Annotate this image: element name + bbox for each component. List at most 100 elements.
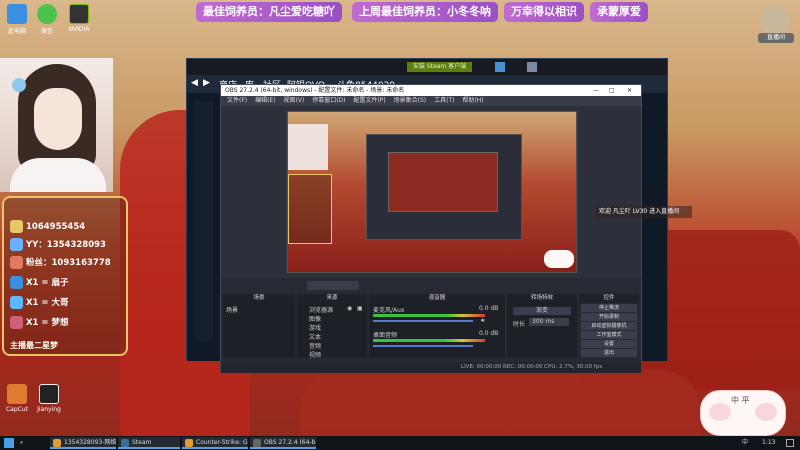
pig-sticker: 中 平 (700, 390, 786, 436)
source-item[interactable]: 游戏 (309, 323, 321, 332)
speaker-icon[interactable]: 🔊︎ (481, 317, 485, 325)
taskbar-item-steam[interactable]: Steam (118, 437, 180, 449)
menu-help[interactable]: 帮助(H) (462, 97, 483, 104)
menu-file[interactable]: 文件(F) (227, 97, 247, 104)
search-icon[interactable]: ⌕ (20, 436, 23, 450)
dock-controls-header: 控件 (579, 294, 639, 303)
back-icon[interactable]: ◀ (191, 78, 198, 88)
obs-dock: 场景 来源 混音器 转场特效 控件 场景 浏览器源 图像 游戏 文本 音频 视频… (221, 278, 641, 373)
mixer-desktop-meter (373, 339, 485, 342)
eye-icon[interactable]: ◉ (347, 305, 352, 312)
steam-icon[interactable] (495, 62, 505, 72)
computer-icon (7, 4, 27, 24)
dock-mixer-header: 混音器 (369, 294, 505, 303)
avatar (10, 316, 23, 329)
source-item[interactable]: 浏览器源 (309, 305, 333, 314)
start-recording-button[interactable]: 开始录制 (581, 313, 637, 321)
studio-mode-button[interactable]: 工作室模式 (581, 331, 637, 339)
scene-item[interactable]: 场景 (223, 303, 295, 316)
desktop-icon-nvidia[interactable]: NVIDIA (62, 4, 96, 33)
list-item: 1064955454 (10, 220, 85, 236)
pig-icon (709, 403, 731, 421)
streamer-avatar[interactable] (760, 6, 790, 36)
dock-scenes-header: 场景 (223, 294, 295, 303)
nvidia-icon (69, 4, 89, 24)
obs-preview[interactable] (221, 106, 641, 278)
duration-label: 时长 (513, 321, 526, 328)
obs-status-text: LIVE: 00:00:00 REC: 00:00:00 CPU: 2.7%, … (461, 364, 603, 370)
webcam-feed (0, 58, 113, 192)
minimize-icon[interactable]: — (593, 85, 599, 96)
obs-window[interactable]: OBS 27.2.4 (64-bit, windows) - 配置文件: 未命名… (220, 84, 642, 373)
supporter-footer: 主播最二星梦 (10, 341, 58, 350)
transition-select[interactable]: 渐变 (513, 307, 571, 315)
virtual-camera-button[interactable]: 启动虚拟摄像机 (581, 322, 637, 330)
desktop-icon-capcut[interactable]: CapCut (0, 384, 34, 413)
taskbar-item-csgo[interactable]: Counter-Strike: Glo... (182, 437, 248, 449)
settings-button[interactable]: 设置 (581, 340, 637, 348)
nested-cam (288, 124, 328, 170)
list-item: YY：1354328093 (10, 238, 106, 254)
welcome-message: 欢迎 凡尘吖 LV30 进入直播间 (596, 206, 692, 218)
exit-button[interactable]: 退出 (581, 349, 637, 357)
taskbar-item-douyu[interactable]: 1354328093-网络斗... (50, 437, 116, 449)
obs-dock-toolbar (307, 281, 359, 290)
background-skirt (300, 370, 700, 436)
desktop-icon-wechat[interactable]: 微信 (30, 4, 64, 35)
lock-icon[interactable]: ▣ (357, 305, 363, 312)
menu-edit[interactable]: 编辑(E) (255, 97, 275, 104)
windows-start-icon[interactable] (4, 438, 14, 448)
desktop-icon-jianying[interactable]: Jianying (32, 384, 66, 413)
duration-input[interactable]: 300 ms (529, 318, 569, 326)
mixer-panel: 麦克风/Aux 0.0 dB 🔊︎ 桌面音频 0.0 dB (369, 303, 505, 358)
banner-thanks: 承蒙厚爱 (590, 2, 648, 22)
taskbar: ⌕ 1354328093-网络斗... Steam Counter-Strike… (0, 436, 800, 450)
obs-title-bar: OBS 27.2.4 (64-bit, windows) - 配置文件: 未命名… (221, 85, 641, 96)
preview-capture (287, 111, 577, 273)
close-icon[interactable]: ✕ (627, 85, 632, 96)
list-item: 粉丝：1093163778 (10, 256, 111, 272)
list-item: X1 = 扇子 (10, 276, 69, 292)
mixer-mic-db: 0.0 dB (479, 305, 499, 312)
avatar (10, 238, 23, 251)
avatar (10, 256, 23, 269)
jianying-icon (39, 384, 59, 404)
install-steam-button[interactable]: 安装 Steam 客户端 (407, 62, 473, 72)
source-item[interactable]: 视频 (309, 350, 321, 359)
banner-best-keeper: 最佳饲养员：凡尘爱吃糖吖 (196, 2, 342, 22)
mixer-desktop-slider[interactable] (373, 345, 473, 347)
room-tag[interactable]: 直播间 (758, 33, 794, 43)
dock-sources-header: 来源 (297, 294, 367, 303)
stop-streaming-button[interactable]: 停止推流 (581, 304, 637, 312)
steam-topbar: 安装 Steam 客户端 (187, 59, 667, 75)
forward-icon[interactable]: ▶ (203, 78, 210, 88)
menu-docks[interactable]: 停靠窗口(D) (312, 97, 345, 104)
list-item: X1 = 梦想 (10, 316, 69, 332)
menu-scene-collection[interactable]: 场景集合(S) (394, 97, 427, 104)
pig-icon (755, 403, 777, 421)
avatar (10, 220, 23, 233)
scenes-panel: 场景 (223, 303, 295, 358)
mixer-mic-meter (373, 314, 485, 317)
obs-title: OBS 27.2.4 (64-bit, windows) - 配置文件: 未命名… (225, 87, 405, 94)
menu-tools[interactable]: 工具(T) (434, 97, 454, 104)
nested-obs-inner (388, 152, 498, 212)
taskbar-item-obs[interactable]: OBS 27.2.4 (64-bit... (250, 437, 316, 449)
banner-lucky: 万幸得以相识 (504, 2, 584, 22)
source-item[interactable]: 图像 (309, 314, 321, 323)
sticker-text: 中 平 (731, 396, 750, 405)
steam-user-avatar[interactable] (527, 62, 537, 72)
banner-last-week-keeper: 上周最佳饲养员：小冬冬呐 (352, 2, 498, 22)
notification-icon[interactable] (786, 439, 794, 447)
input-method-icon[interactable]: 中 (742, 436, 748, 450)
desktop-icon-computer[interactable]: 此电脑 (0, 4, 34, 35)
mixer-mic-slider[interactable] (373, 320, 473, 322)
clock[interactable]: 1:13 (762, 436, 775, 450)
avatar (10, 296, 23, 309)
source-item[interactable]: 音频 (309, 341, 321, 350)
source-item[interactable]: 文本 (309, 332, 321, 341)
menu-view[interactable]: 视图(V) (283, 97, 304, 104)
steam-side-panel (193, 101, 213, 341)
menu-profile[interactable]: 配置文件(P) (353, 97, 385, 104)
maximize-icon[interactable]: □ (609, 85, 615, 96)
